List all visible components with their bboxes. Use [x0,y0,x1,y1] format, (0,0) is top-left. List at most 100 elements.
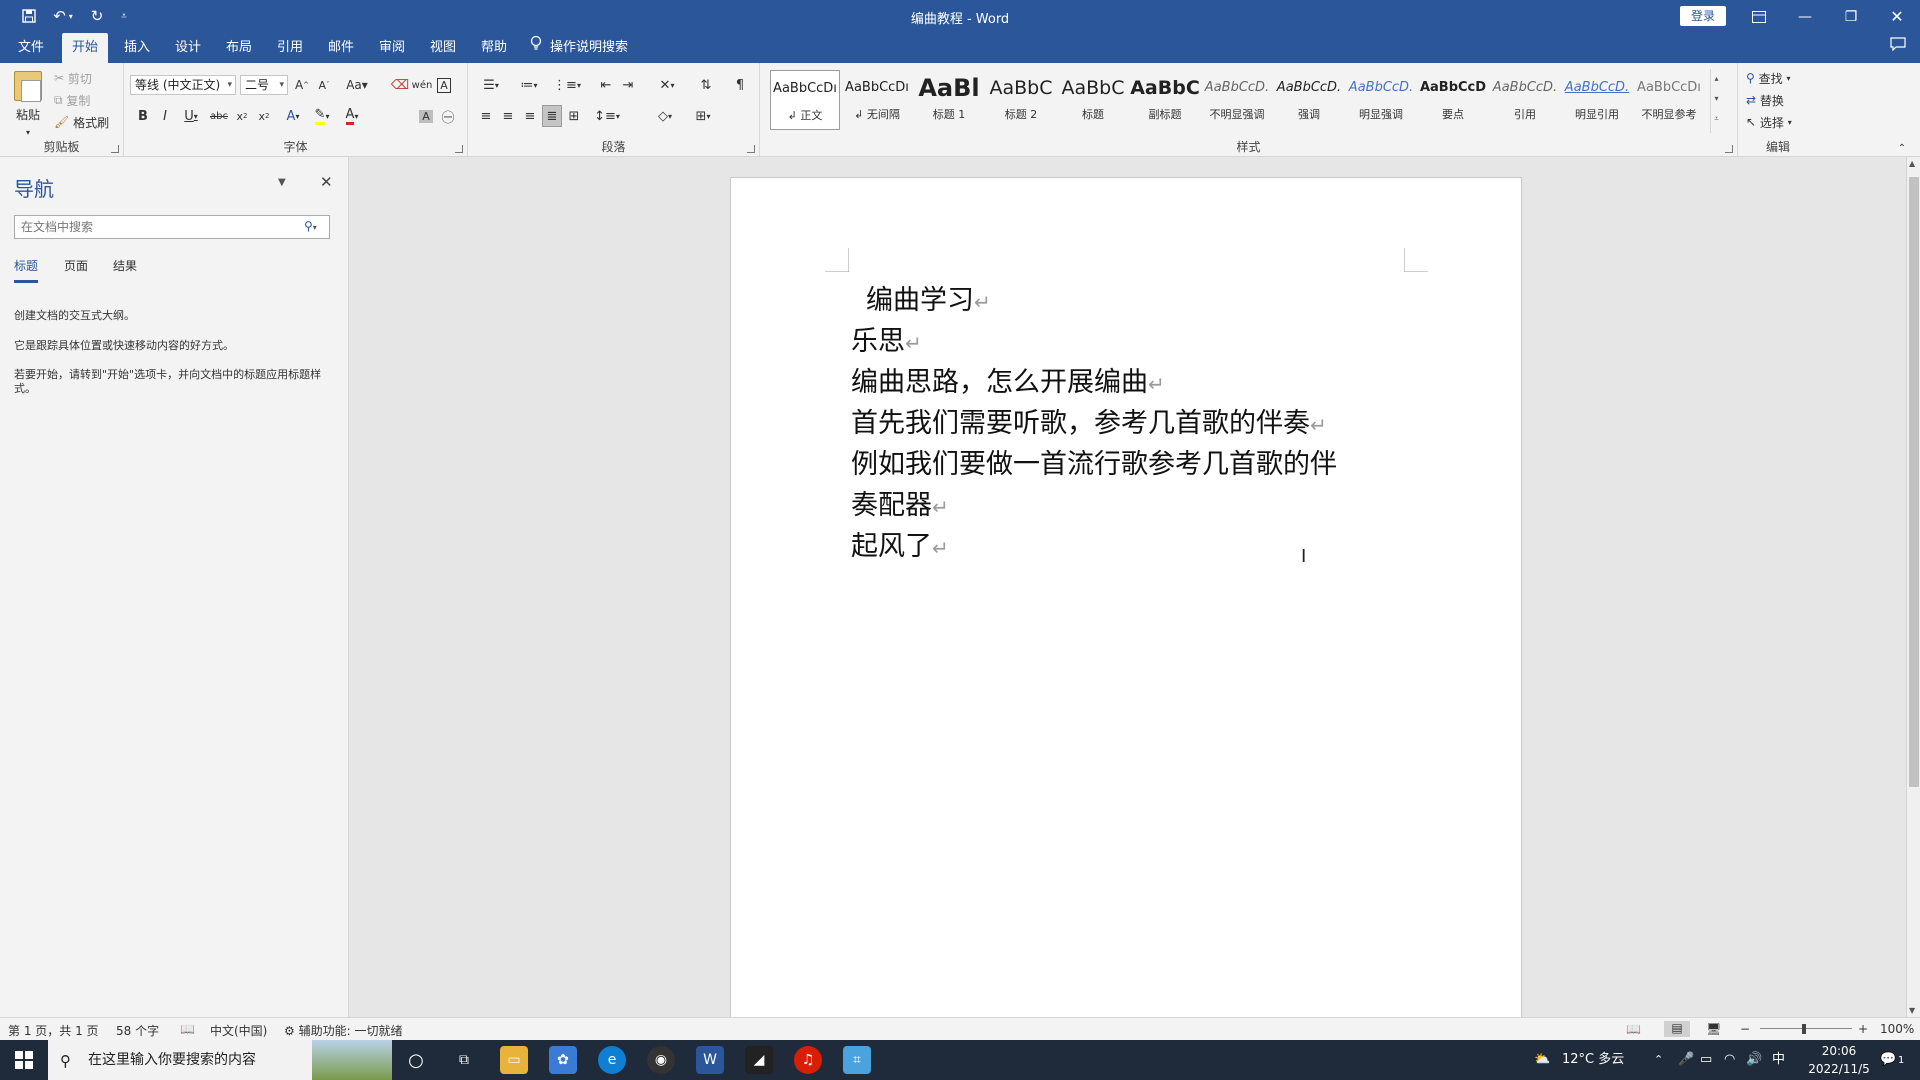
style-heading-1[interactable]: AaBl 标题 1 [914,70,984,130]
shrink-font-icon[interactable]: Aˇ [314,74,334,96]
increase-indent-icon[interactable]: ⇥ [618,74,638,96]
font-name-dropdown-icon[interactable]: ▾ [227,76,232,94]
ime-indicator[interactable]: 中 [1772,1040,1785,1080]
sort-icon[interactable]: ⇅ [696,74,716,96]
underline-icon[interactable]: U ▾ [178,105,204,127]
comments-icon[interactable] [1880,33,1916,63]
nav-close-icon[interactable]: ✕ [320,173,333,191]
tab-layout[interactable]: 布局 [216,33,262,63]
document-page[interactable]: 编曲学习↵ 乐思↵ 编曲思路，怎么开展编曲↵ 首先我们需要听歌，参考几首歌的伴奏… [730,177,1522,1017]
style-intense-quote[interactable]: AaBbCcD. 明显引用 [1562,70,1632,130]
bold-icon[interactable]: B [134,105,152,127]
find-button[interactable]: ⚲ 查找 ▾ [1746,67,1790,89]
nav-tab-results[interactable]: 结果 [113,257,137,280]
weather-status[interactable]: 12°C 多云 [1562,1040,1624,1080]
tab-design[interactable]: 设计 [165,33,211,63]
zoom-slider[interactable] [1760,1028,1852,1029]
line-spacing-icon[interactable]: ↕≡ ▾ [592,105,622,127]
vertical-scrollbar[interactable]: ▲ ▼ [1906,157,1920,1017]
save-icon[interactable] [18,6,40,26]
tray-overflow-icon[interactable]: ⌃ [1654,1040,1663,1080]
tab-view[interactable]: 视图 [420,33,466,63]
tab-insert[interactable]: 插入 [114,33,160,63]
doc-paragraph[interactable]: 编曲学习↵ [866,278,991,317]
strikethrough-icon[interactable]: abc [208,105,230,127]
undo-icon[interactable]: ↶ ▾ [48,6,78,26]
doc-paragraph[interactable]: 奏配器↵ [851,483,949,522]
minimize-icon[interactable]: — [1782,0,1828,33]
daw-icon[interactable]: ◢ [745,1046,773,1074]
replace-button[interactable]: ⇄ 替换 [1746,89,1784,111]
grow-font-icon[interactable]: A ^ [292,74,312,96]
tab-help[interactable]: 帮助 [471,33,517,63]
netease-music-icon[interactable]: ♫ [794,1046,822,1074]
doc-paragraph[interactable]: 首先我们需要听歌，参考几首歌的伴奏↵ [851,401,1327,440]
font-color-icon[interactable]: A ▾ [338,105,366,127]
read-mode-icon[interactable]: 📖 [1626,1022,1641,1036]
change-case-icon[interactable]: Aa▾ [342,74,372,96]
close-icon[interactable]: ✕ [1874,0,1920,33]
shading-icon[interactable]: ◇ ▾ [650,105,680,127]
doc-paragraph[interactable]: 编曲思路，怎么开展编曲↵ [851,360,1165,399]
collapse-ribbon-icon[interactable]: ⌃ [1892,141,1912,155]
bullets-icon[interactable]: ☰ ▾ [476,74,506,96]
page-count[interactable]: 第 1 页，共 1 页 [8,1022,99,1039]
nav-tab-headings[interactable]: 标题 [14,257,39,283]
volume-icon[interactable]: 🔊 [1746,1040,1762,1080]
scroll-up-icon[interactable]: ▲ [1909,159,1915,168]
style-subtitle[interactable]: AaBbC 副标题 [1130,70,1200,130]
cortana-icon[interactable]: ○ [402,1046,430,1074]
restore-icon[interactable]: ❐ [1828,0,1874,33]
paste-icon[interactable] [14,71,42,102]
character-shading-icon[interactable]: A [416,105,436,127]
music-player-icon[interactable]: ◉ [647,1046,675,1074]
font-size-combo[interactable]: 二号 ▾ [240,75,288,95]
highlight-color-icon[interactable]: ✎ ▾ [308,105,336,127]
styles-down-icon[interactable]: ▾ [1711,89,1722,109]
customize-quick-access-icon[interactable]: ⩡ [116,6,132,26]
login-button[interactable]: 登录 [1680,6,1726,26]
styles-gallery-scroll[interactable]: ▴ ▾ ⩡ [1710,69,1722,133]
align-left-icon[interactable]: ≡ [476,105,496,127]
decrease-indent-icon[interactable]: ⇤ [596,74,616,96]
show-formatting-marks-icon[interactable]: ¶ [730,74,750,96]
doc-paragraph[interactable]: 例如我们要做一首流行歌参考几首歌的伴 [851,442,1337,481]
cut-button[interactable]: ✂ 剪切 [54,67,92,89]
clock-date[interactable]: 2022/11/5 [1804,1060,1874,1078]
borders-icon[interactable]: ⊞ ▾ [688,105,718,127]
style-normal[interactable]: AaBbCcDı ↲ 正文 [770,70,840,130]
justify-icon[interactable]: ≣ [542,105,562,127]
paragraph-launcher-icon[interactable] [747,145,755,153]
italic-icon[interactable]: I [156,105,174,127]
tab-review[interactable]: 审阅 [369,33,415,63]
tab-references[interactable]: 引用 [267,33,313,63]
weather-icon[interactable]: ⛅ [1534,1040,1550,1080]
style-subtle-reference[interactable]: AaBbCcDı 不明显参考 [1634,70,1704,130]
align-center-icon[interactable]: ≡ [498,105,518,127]
clear-formatting-icon[interactable]: ⌫ [390,74,410,96]
microphone-icon[interactable]: 🎤 [1678,1040,1694,1080]
print-layout-icon[interactable]: ▤ [1664,1021,1690,1037]
phonetic-guide-icon[interactable]: wén [412,74,433,96]
superscript-icon[interactable]: x2 [254,105,274,127]
style-emphasis[interactable]: AaBbCcD. 强调 [1274,70,1344,130]
text-effects-icon[interactable]: A ▾ [280,105,306,127]
file-explorer-icon[interactable]: ▭ [500,1046,528,1074]
notification-icon[interactable]: 💬 [1880,1040,1896,1080]
nav-search-icon[interactable]: ⚲▾ [304,219,317,233]
distributed-icon[interactable]: ⊞ [564,105,584,127]
app-icon[interactable]: ✿ [549,1046,577,1074]
style-heading-2[interactable]: AaBbC 标题 2 [986,70,1056,130]
web-layout-icon[interactable]: 🖥 [1706,1022,1721,1036]
scroll-thumb[interactable] [1909,177,1919,787]
subscript-icon[interactable]: x2 [232,105,252,127]
tab-home[interactable]: 开始 [62,33,109,63]
doc-paragraph[interactable]: 乐思↵ [851,319,922,358]
enclose-characters-icon[interactable]: ㊀ [438,105,458,127]
style-subtle-emphasis[interactable]: AaBbCcD. 不明显强调 [1202,70,1272,130]
proofing-icon[interactable]: 📖 [180,1022,195,1036]
accessibility-status[interactable]: ⚙ 辅助功能: 一切就绪 [284,1022,402,1039]
word-icon[interactable]: W [696,1046,724,1074]
zoom-slider-thumb[interactable] [1802,1024,1806,1034]
clock-time[interactable]: 20:06 [1804,1042,1874,1060]
